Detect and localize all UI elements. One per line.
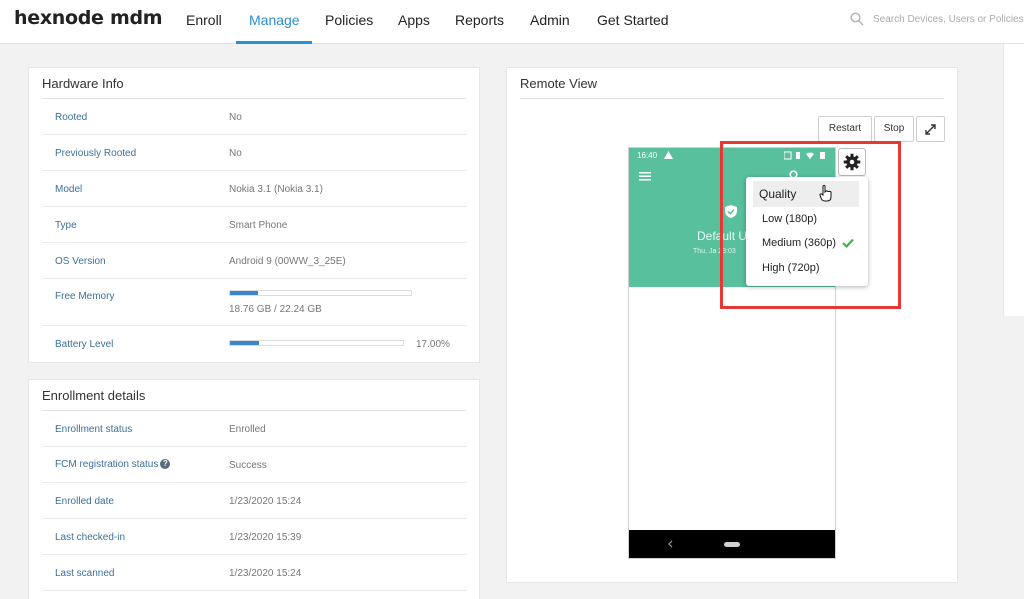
fcm-label-text: FCM registration status: [55, 459, 159, 470]
row-label: Enrollment status: [55, 424, 133, 435]
enrollment-details-title: Enrollment details: [42, 388, 146, 403]
right-side-panel: [1003, 44, 1024, 316]
battery-value: 17.00%: [416, 339, 450, 350]
table-row: Last checked-in 1/23/2020 15:39: [42, 519, 467, 555]
table-row: Type Smart Phone: [42, 207, 467, 243]
table-row: FCM registration status? Success: [42, 447, 467, 483]
row-value: 1/23/2020 15:39: [229, 532, 302, 543]
row-value: Smart Phone: [229, 220, 288, 231]
row-label: Previously Rooted: [55, 148, 137, 159]
nav-manage[interactable]: Manage: [249, 12, 300, 28]
row-label: Last scanned: [55, 568, 115, 579]
battery-bar: [229, 340, 404, 346]
free-memory-bar-fill: [230, 291, 259, 295]
home-icon: [724, 542, 740, 547]
device-clock: 16:40: [637, 151, 658, 160]
nav-policies[interactable]: Policies: [325, 12, 373, 28]
table-row: OS Version Android 9 (00WW_3_25E): [42, 243, 467, 279]
row-label: FCM registration status?: [55, 459, 171, 470]
table-row: Model Nokia 3.1 (Nokia 3.1): [42, 171, 467, 207]
row-label: Battery Level: [55, 339, 114, 350]
row-value: 1/23/2020 15:24: [229, 496, 302, 507]
table-row: Enrolled date 1/23/2020 15:24: [42, 483, 467, 519]
back-icon: [668, 540, 673, 548]
expand-icon: [925, 124, 936, 135]
battery-bar-fill: [230, 341, 260, 345]
search-input[interactable]: Search Devices, Users or Policies: [873, 14, 1024, 25]
menu-icon: [639, 172, 651, 181]
row-value: Enrolled: [229, 424, 266, 435]
table-row: Enrollment status Enrolled: [42, 411, 467, 447]
restart-button[interactable]: Restart: [818, 116, 872, 142]
row-label: Last checked-in: [55, 532, 126, 543]
row-label: Free Memory: [55, 291, 115, 302]
stop-button[interactable]: Stop: [874, 116, 914, 142]
row-label: Model: [55, 184, 83, 195]
hardware-info-title: Hardware Info: [42, 76, 124, 91]
help-icon[interactable]: ?: [160, 459, 171, 469]
table-row: Last scanned 1/23/2020 15:24: [42, 555, 467, 591]
row-value: Success: [229, 460, 267, 471]
divider: [520, 98, 944, 99]
nav-enroll[interactable]: Enroll: [186, 12, 222, 28]
row-label: OS Version: [55, 256, 106, 267]
table-row: Previously Rooted No: [42, 135, 467, 171]
active-tab-indicator: [236, 41, 312, 44]
fullscreen-button[interactable]: [916, 116, 945, 142]
enrollment-details-card: Enrollment details Enrollment status Enr…: [28, 379, 480, 599]
highlight-annotation-box: [720, 141, 901, 309]
free-memory-value: 18.76 GB / 22.24 GB: [229, 304, 322, 315]
table-row: Rooted No: [42, 99, 467, 135]
row-value: Nokia 3.1 (Nokia 3.1): [229, 184, 323, 195]
row-label: Type: [55, 220, 77, 231]
row-label: Rooted: [55, 112, 88, 123]
nav-reports[interactable]: Reports: [455, 12, 504, 28]
top-navbar: hexnode mdm Enroll Manage Policies Apps …: [0, 0, 1024, 44]
row-value: Android 9 (00WW_3_25E): [229, 256, 346, 267]
nav-admin[interactable]: Admin: [530, 12, 570, 28]
free-memory-row: Free Memory 18.76 GB / 22.24 GB: [42, 279, 467, 326]
free-memory-bar: [229, 290, 412, 296]
row-value: 1/23/2020 15:24: [229, 568, 302, 579]
hexnode-logo[interactable]: hexnode mdm: [14, 7, 163, 29]
warning-icon: [664, 151, 673, 159]
row-label: Enrolled date: [55, 496, 114, 507]
battery-row: Battery Level 17.00%: [42, 326, 467, 362]
nav-get-started[interactable]: Get Started: [597, 12, 669, 28]
hardware-info-card: Hardware Info Rooted No Previously Roote…: [28, 67, 480, 363]
search-icon[interactable]: [850, 12, 864, 26]
row-value: No: [229, 112, 242, 123]
nav-apps[interactable]: Apps: [398, 12, 430, 28]
device-nav-bar: [629, 530, 835, 558]
row-value: No: [229, 148, 242, 159]
remote-view-title: Remote View: [520, 76, 598, 91]
